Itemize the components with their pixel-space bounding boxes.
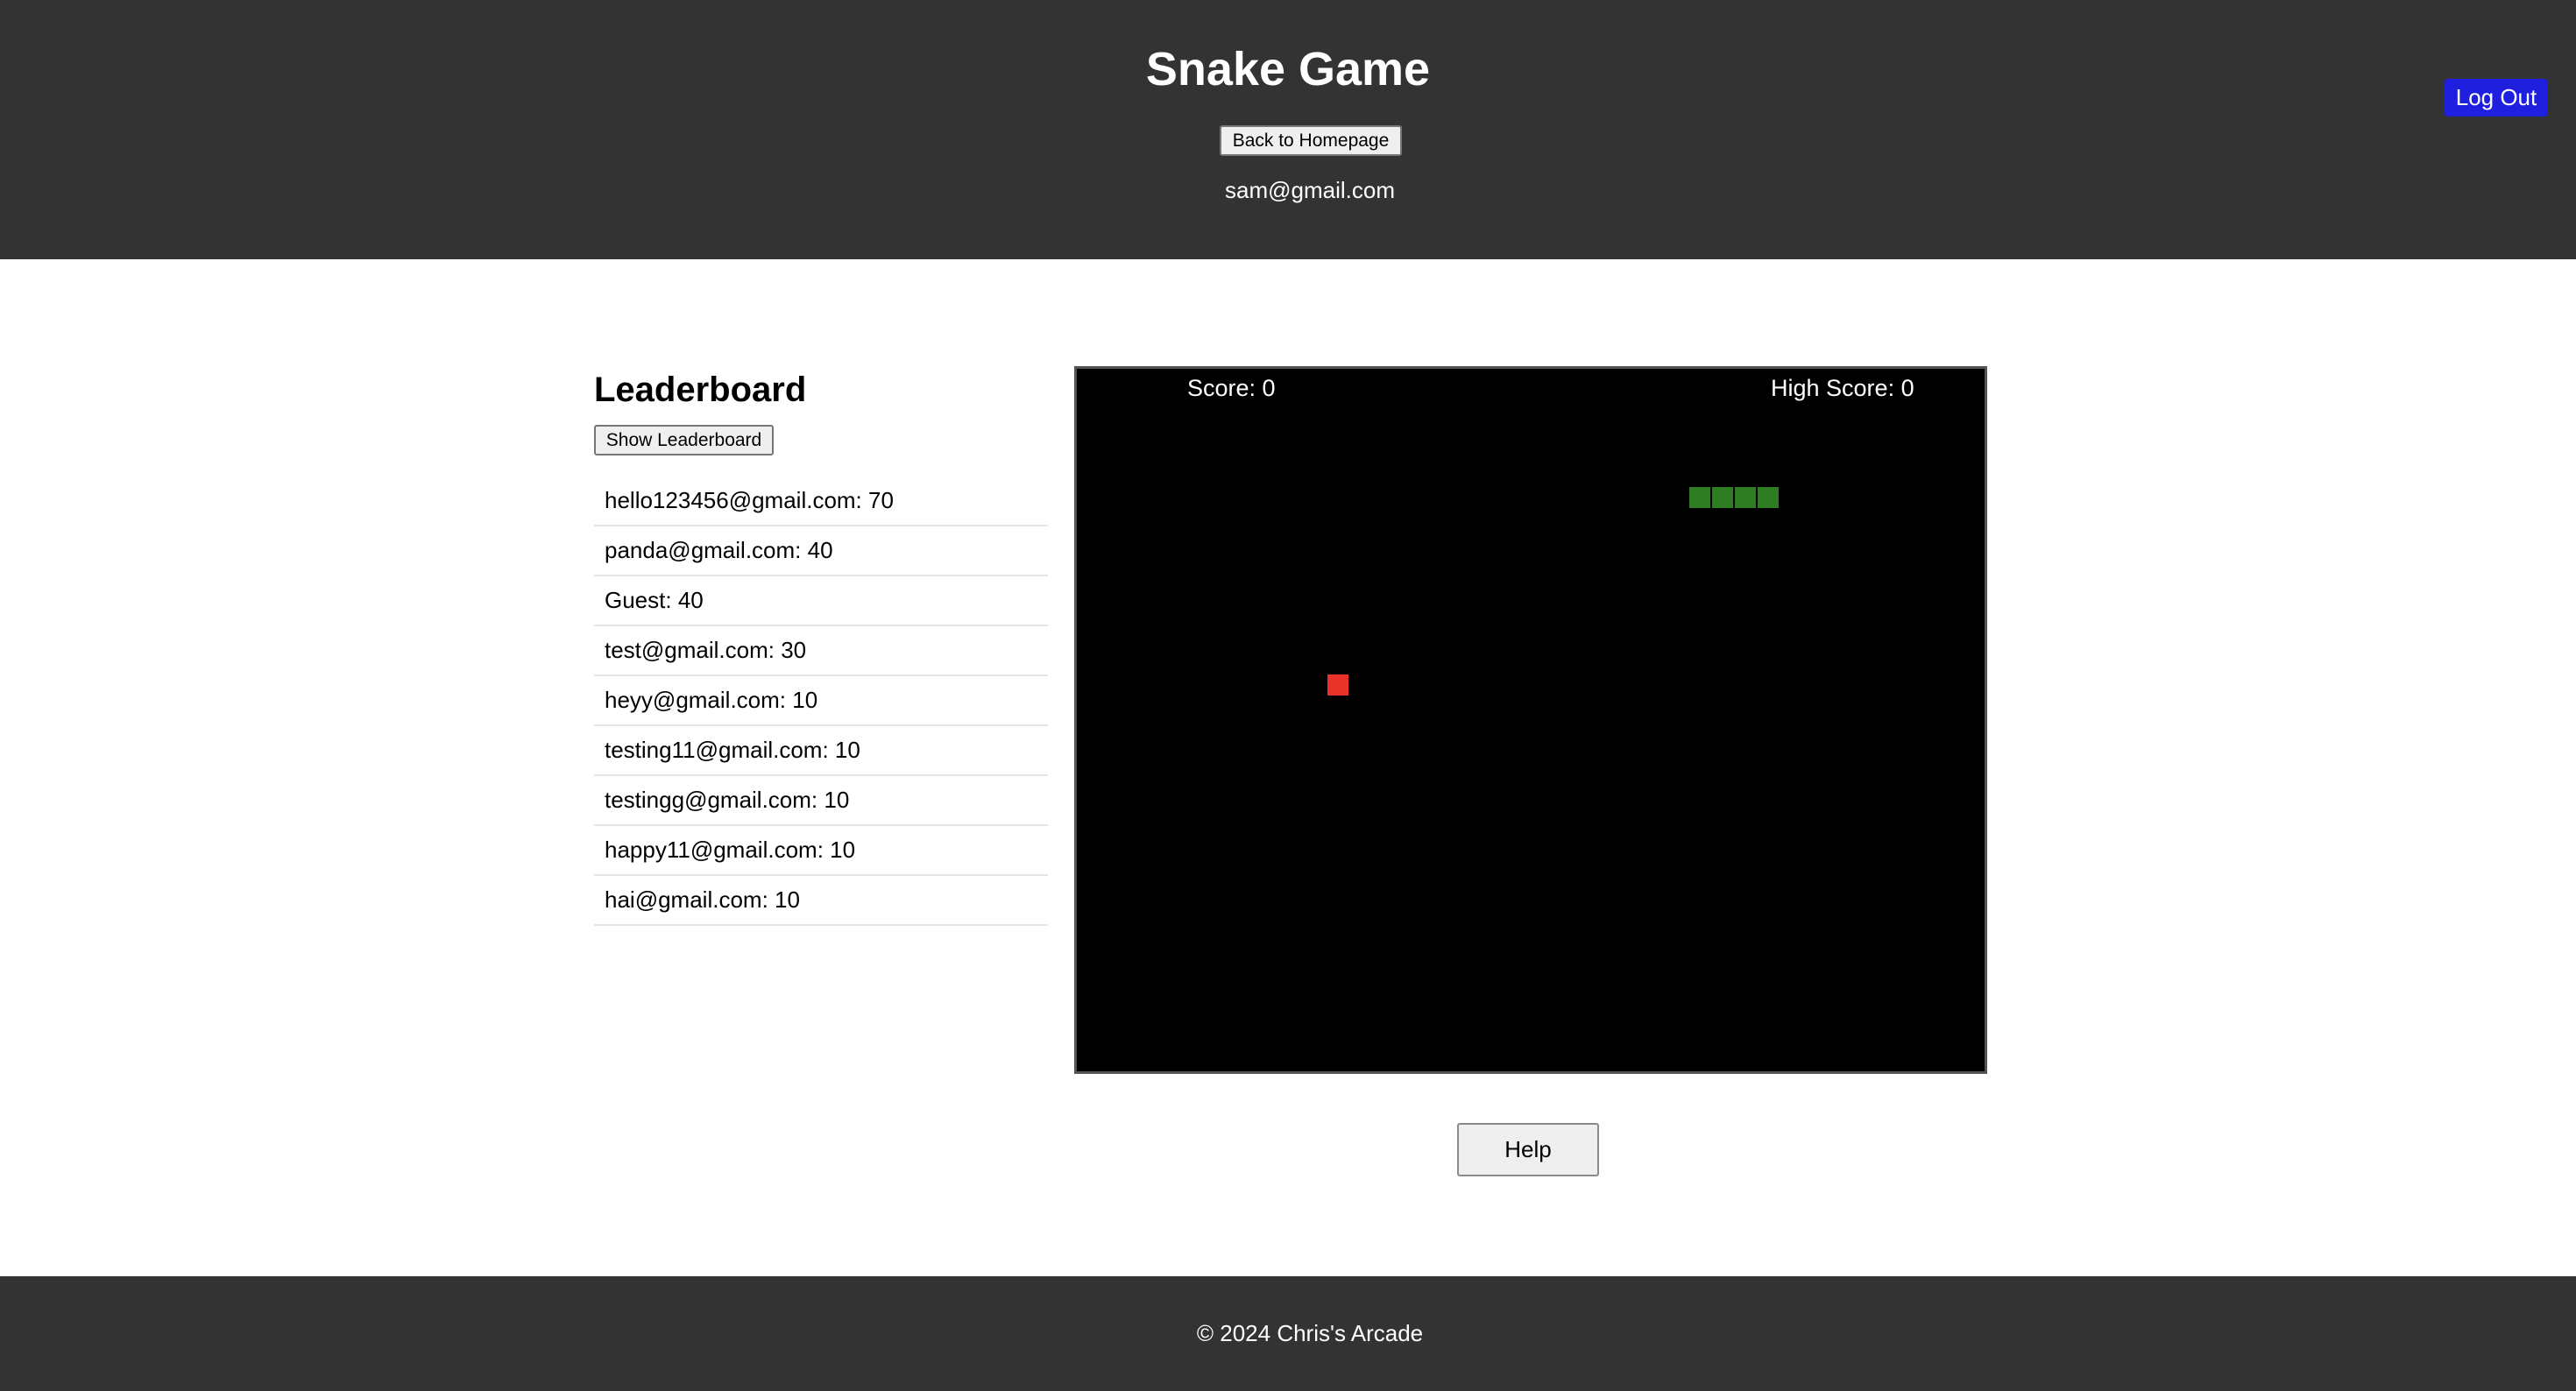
- leaderboard-list: hello123456@gmail.com: 70 panda@gmail.co…: [594, 477, 1048, 926]
- leaderboard-entry: happy11@gmail.com: 10: [594, 826, 1048, 876]
- snake-segment: [1735, 487, 1756, 508]
- leaderboard-entry: hello123456@gmail.com: 70: [594, 477, 1048, 526]
- leaderboard-entry: panda@gmail.com: 40: [594, 526, 1048, 576]
- leaderboard-entry: test@gmail.com: 30: [594, 626, 1048, 676]
- leaderboard-entry: hai@gmail.com: 10: [594, 876, 1048, 926]
- user-email: sam@gmail.com: [1225, 177, 1395, 203]
- back-to-homepage-button[interactable]: Back to Homepage: [1220, 125, 1402, 156]
- snake-segment: [1758, 487, 1779, 508]
- header: Snake Game Back to Homepage sam@gmail.co…: [0, 0, 2576, 259]
- leaderboard-entry: testingg@gmail.com: 10: [594, 776, 1048, 826]
- high-score-display: High Score: 0: [1771, 375, 1914, 401]
- help-button[interactable]: Help: [1457, 1123, 1599, 1176]
- footer: © 2024 Chris's Arcade: [0, 1276, 2576, 1391]
- page-title: Snake Game: [1145, 43, 1431, 95]
- snake-segment: [1712, 487, 1733, 508]
- leaderboard-title: Leaderboard: [594, 371, 807, 409]
- food-pellet: [1327, 674, 1348, 696]
- game-canvas[interactable]: Score: 0 High Score: 0: [1074, 366, 1987, 1074]
- score-display: Score: 0: [1187, 375, 1276, 401]
- logout-button[interactable]: Log Out: [2445, 79, 2548, 117]
- snake-segment: [1689, 487, 1710, 508]
- leaderboard-entry: testing11@gmail.com: 10: [594, 726, 1048, 776]
- leaderboard-entry: heyy@gmail.com: 10: [594, 676, 1048, 726]
- copyright-text: © 2024 Chris's Arcade: [1196, 1320, 1424, 1346]
- leaderboard-entry: Guest: 40: [594, 576, 1048, 626]
- show-leaderboard-button[interactable]: Show Leaderboard: [594, 425, 774, 455]
